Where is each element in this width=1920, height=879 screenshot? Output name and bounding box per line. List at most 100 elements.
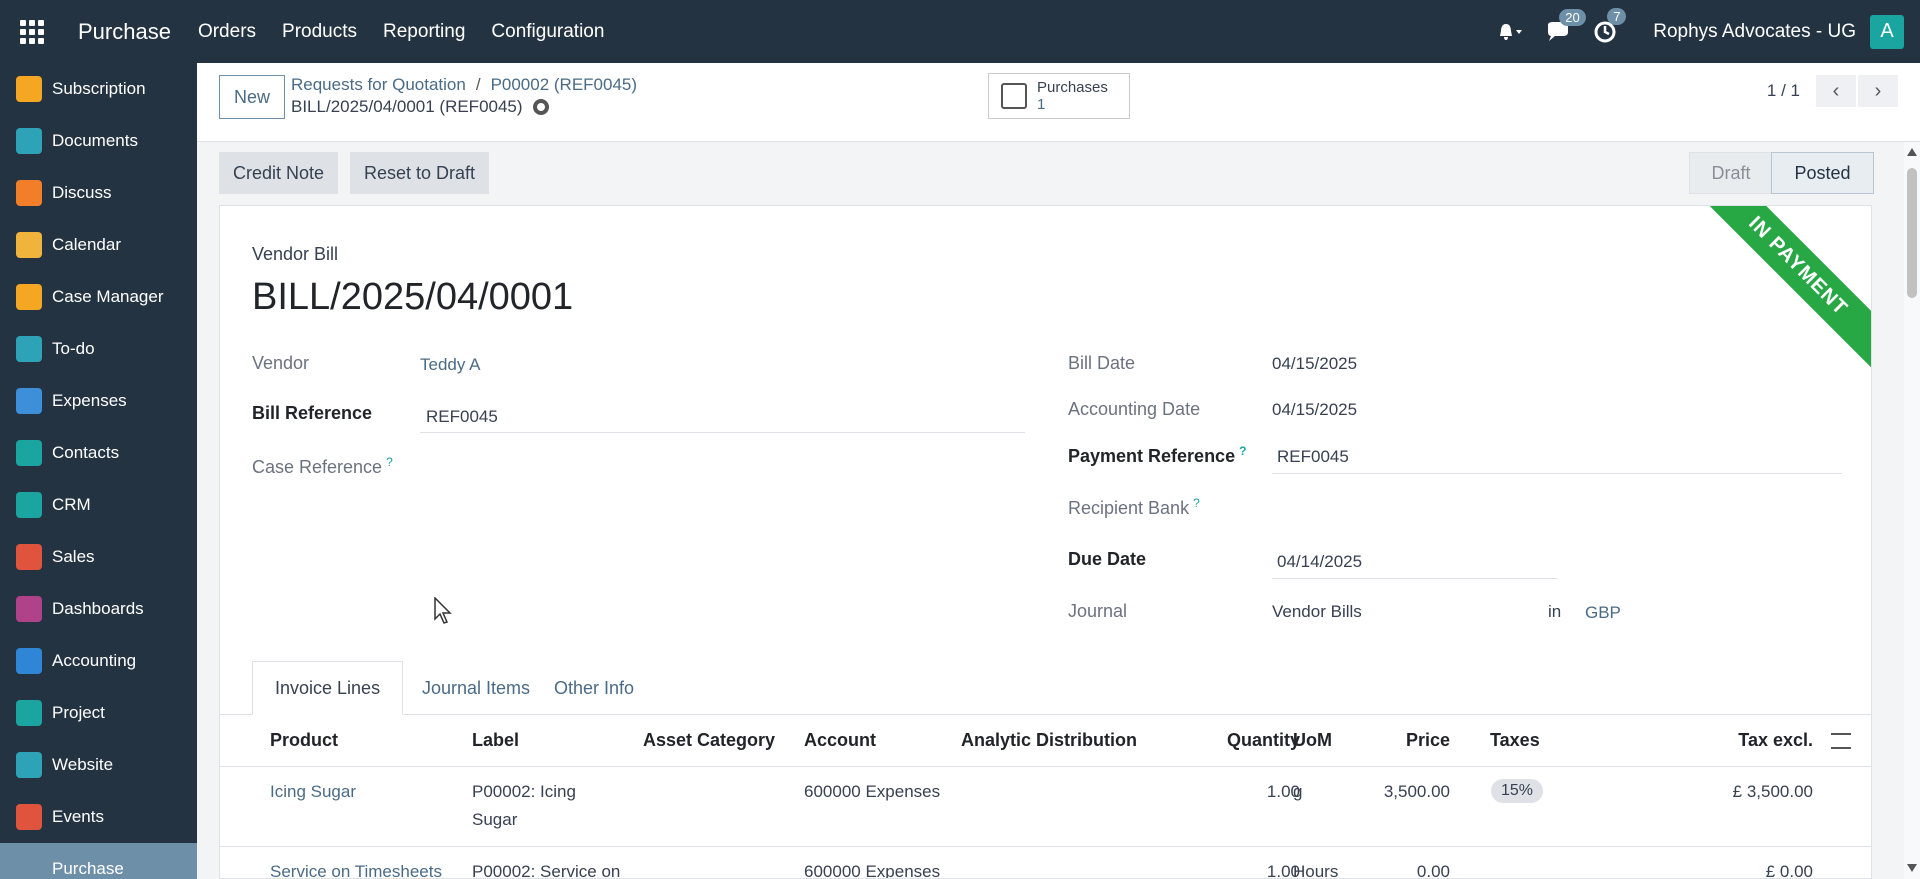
menu-configuration[interactable]: Configuration [478,21,617,43]
vendor-label: Vendor [252,353,310,373]
sidebar-item-dashboards[interactable]: Dashboards [0,583,197,635]
pager-value[interactable]: 1 / 1 [1767,81,1800,101]
col-label[interactable]: Label [472,730,519,751]
tab-other-info[interactable]: Other Info [532,661,656,715]
sidebar-item-purchase[interactable]: Purchase [0,843,197,879]
sidebar-item-label: Dashboards [52,599,144,618]
row1-label-line1: P00002: Icing [472,782,576,801]
new-button[interactable]: New [219,75,285,119]
col-taxes[interactable]: Taxes [1490,730,1540,751]
sidebar-item-documents[interactable]: Documents [0,115,197,167]
breadcrumb-po[interactable]: P00002 (REF0045) [491,75,637,94]
optional-columns-icon[interactable] [1831,733,1851,749]
vendor-field[interactable]: Teddy A [420,355,481,375]
menu-reporting[interactable]: Reporting [370,21,478,43]
stage-posted[interactable]: Posted [1771,152,1874,194]
sidebar-item-to-do[interactable]: To-do [0,323,197,375]
accounting-date-field[interactable]: 04/15/2025 [1272,400,1357,420]
row1-label[interactable]: P00002: Icing Sugar [472,778,576,834]
bell-icon [1500,23,1523,40]
row1-product[interactable]: Icing Sugar [270,778,356,806]
discuss-icon [16,180,42,206]
row1-quantity[interactable]: 1.00 [1205,778,1300,806]
col-uom[interactable]: UoM [1293,730,1332,751]
help-icon[interactable]: ? [386,455,393,469]
credit-note-button[interactable]: Credit Note [219,152,339,194]
case-reference-label: Case Reference? [252,455,393,478]
help-icon[interactable]: ? [1193,496,1200,510]
accounting-date-label: Accounting Date [1068,399,1201,419]
payment-reference-field[interactable]: REF0045 [1277,447,1349,467]
sidebar-item-label: Subscription [52,79,146,98]
purchases-smart-button[interactable]: Purchases 1 [988,73,1130,119]
sidebar-item-label: Calendar [52,235,121,254]
bill-reference-field[interactable]: REF0045 [426,407,498,427]
col-asset-category[interactable]: Asset Category [643,730,775,751]
reset-to-draft-button[interactable]: Reset to Draft [350,152,490,194]
expenses-icon [16,388,42,414]
bill-date-field[interactable]: 04/15/2025 [1272,354,1357,374]
row1-subtotal: £ 3,500.00 [1732,782,1813,801]
row2-price[interactable]: 0.00 [1320,858,1450,878]
user-avatar[interactable]: A [1870,14,1904,49]
bill-date-label: Bill Date [1068,353,1136,373]
journal-field[interactable]: Vendor Bills [1272,602,1362,622]
col-price[interactable]: Price [1360,730,1450,751]
sidebar-item-calendar[interactable]: Calendar [0,219,197,271]
subscription-icon [16,76,42,102]
scrollbar-thumb[interactable] [1907,168,1917,298]
scroll-down-arrow-icon[interactable] [1907,864,1917,872]
row1-price[interactable]: 3,500.00 [1320,778,1450,806]
company-switcher[interactable]: Rophys Advocates - UG [1653,21,1856,43]
due-date-field[interactable]: 04/14/2025 [1277,552,1362,572]
chevron-left-icon: ‹ [1832,79,1840,102]
sidebar-item-expenses[interactable]: Expenses [0,375,197,427]
sidebar-item-crm[interactable]: CRM [0,479,197,531]
gear-icon[interactable] [532,99,549,115]
stage-draft[interactable]: Draft [1689,152,1773,194]
row1-uom[interactable]: g [1293,778,1302,806]
breadcrumb-rfq[interactable]: Requests for Quotation [291,75,466,94]
row2-quantity[interactable]: 1.00 [1205,858,1300,878]
row2-product[interactable]: Service on Timesheets [270,858,442,878]
recipient-bank-text: Recipient Bank [1068,498,1190,518]
help-icon[interactable]: ? [1239,444,1246,458]
notebook-tabs: Invoice Lines Journal Items Other Info [252,661,1871,715]
app-brand[interactable]: Purchase [78,19,171,45]
notifications-button[interactable] [1497,22,1523,42]
calendar-icon [16,232,42,258]
currency-field[interactable]: GBP [1585,603,1621,623]
sidebar-item-label: Expenses [52,391,127,410]
sidebar-item-website[interactable]: Website [0,739,197,791]
sidebar-item-subscription[interactable]: Subscription [0,63,197,115]
menu-orders[interactable]: Orders [185,21,269,43]
row1-tax-badge[interactable]: 15% [1491,779,1544,803]
apps-menu-button[interactable] [0,0,64,63]
pager-next-button[interactable]: › [1858,75,1898,107]
sidebar-item-label: Purchase [52,859,124,878]
row2-account[interactable]: 600000 Expenses [804,858,940,878]
activities-button[interactable]: 7 [1593,7,1627,44]
tab-journal-items[interactable]: Journal Items [400,661,552,715]
messages-button[interactable]: 20 [1545,8,1586,43]
sidebar-item-case-manager[interactable]: Case Manager [0,271,197,323]
col-account[interactable]: Account [804,730,876,751]
col-product[interactable]: Product [270,730,338,751]
in-payment-ribbon: IN PAYMENT [1688,206,1871,376]
row2-label[interactable]: P00002: Service on [472,858,620,878]
sidebar-item-project[interactable]: Project [0,687,197,739]
sidebar-item-events[interactable]: Events [0,791,197,843]
pager-previous-button[interactable]: ‹ [1816,75,1856,107]
sidebar-item-discuss[interactable]: Discuss [0,167,197,219]
form-statusbar: Credit Note Reset to Draft Draft Posted [219,152,1874,194]
sidebar-item-accounting[interactable]: Accounting [0,635,197,687]
tab-invoice-lines[interactable]: Invoice Lines [252,661,404,715]
menu-products[interactable]: Products [269,21,370,43]
scroll-up-arrow-icon[interactable] [1907,148,1917,156]
sidebar-item-sales[interactable]: Sales [0,531,197,583]
row1-account[interactable]: 600000 Expenses [804,778,940,806]
sidebar-item-contacts[interactable]: Contacts [0,427,197,479]
col-analytic-distribution[interactable]: Analytic Distribution [961,730,1137,751]
col-tax-excl[interactable]: Tax excl. [1670,730,1813,751]
col-quantity[interactable]: Quantity [1205,730,1300,751]
